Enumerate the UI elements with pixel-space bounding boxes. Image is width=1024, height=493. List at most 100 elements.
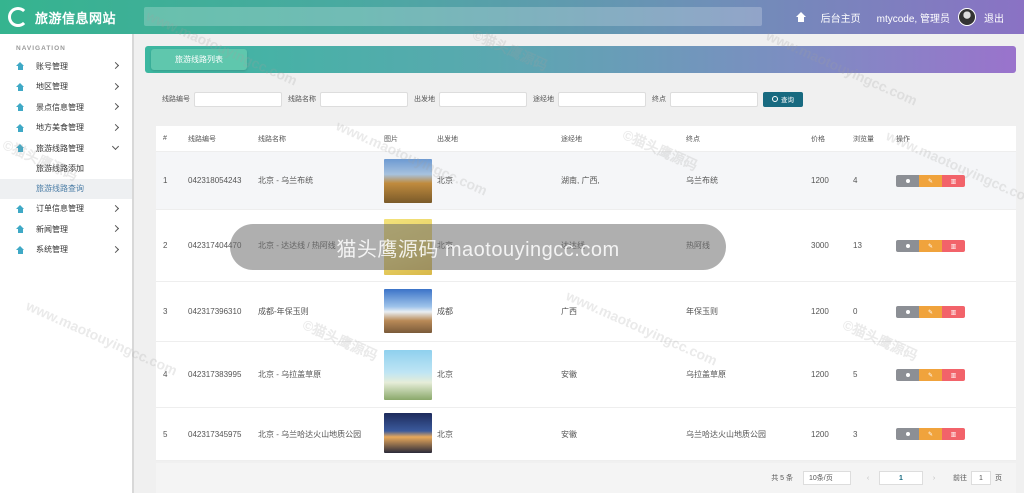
row-index: 1 xyxy=(163,176,168,185)
row-actions: ✎ ▥ xyxy=(896,175,965,187)
backend-home-link[interactable]: 后台主页 xyxy=(821,10,861,25)
destination-input[interactable] xyxy=(670,91,758,107)
chevron-right-icon xyxy=(111,123,120,131)
next-page-icon[interactable]: › xyxy=(927,471,941,485)
via-input[interactable] xyxy=(558,91,646,107)
delete-button[interactable]: ▥ xyxy=(942,175,965,187)
total-count: 共 5 条 xyxy=(771,475,793,482)
edit-button[interactable]: ✎ xyxy=(919,428,942,440)
route-code-input[interactable] xyxy=(194,91,282,107)
row-name: 北京 - 乌兰布统 xyxy=(258,176,314,185)
col-code: 线路编号 xyxy=(188,135,216,143)
page-unit: 页 xyxy=(995,475,1002,482)
route-code-label: 线路编号 xyxy=(162,96,190,103)
sidebar-item-account[interactable]: 账号管理 xyxy=(0,56,132,77)
row-index: 4 xyxy=(163,370,168,379)
delete-button[interactable]: ▥ xyxy=(942,428,965,440)
page-size-value: 10条/页 xyxy=(809,475,833,482)
edit-button[interactable]: ✎ xyxy=(919,175,942,187)
view-button[interactable] xyxy=(896,306,919,318)
delete-button[interactable]: ▥ xyxy=(942,240,965,252)
view-button[interactable] xyxy=(896,175,919,187)
route-image xyxy=(384,350,432,400)
col-price: 价格 xyxy=(811,135,825,143)
sidebar-item-routes[interactable]: 旅游线路管理 xyxy=(0,138,132,159)
header-search-bar[interactable] xyxy=(144,7,762,26)
route-image xyxy=(384,159,432,203)
sidebar-subitem-route-add[interactable]: 旅游线路添加 xyxy=(0,159,132,179)
row-actions: ✎ ▥ xyxy=(896,306,965,318)
eye-icon xyxy=(905,244,910,248)
delete-button[interactable]: ▥ xyxy=(942,369,965,381)
table-header: # 线路编号 线路名称 图片 出发地 途经地 终点 价格 浏览量 操作 xyxy=(156,126,1016,152)
row-to: 乌拉盖草原 xyxy=(686,370,726,379)
avatar[interactable] xyxy=(958,8,976,26)
sidebar-item-food[interactable]: 地方美食管理 xyxy=(0,118,132,139)
eye-icon xyxy=(905,310,910,314)
row-price: 1200 xyxy=(811,307,829,316)
search-form: 线路编号 线路名称 出发地 途经地 终点 查询 xyxy=(156,85,1016,113)
row-views: 0 xyxy=(853,307,858,316)
tab-bar: 旅游线路列表 xyxy=(145,46,1016,73)
pencil-icon: ✎ xyxy=(927,178,934,185)
route-name-input[interactable] xyxy=(320,91,408,107)
row-name: 成都-年保玉则 xyxy=(258,307,309,316)
sidebar-item-region[interactable]: 地区管理 xyxy=(0,77,132,98)
logo-icon xyxy=(8,7,28,27)
row-code: 042317345975 xyxy=(188,429,242,439)
logout-link[interactable]: 退出 xyxy=(984,10,1004,25)
pagination: 共 5 条 10条/页 ‹ 1 › 前往 1 页 xyxy=(156,463,1016,493)
col-index: # xyxy=(163,135,167,142)
home-icon[interactable] xyxy=(795,12,807,22)
sidebar-item-label: 景点信息管理 xyxy=(36,102,84,112)
col-from: 出发地 xyxy=(437,135,458,143)
site-logo[interactable]: 旅游信息网站 xyxy=(0,7,140,27)
row-name: 北京 - 乌拉盖草原 xyxy=(258,370,322,379)
route-image xyxy=(384,413,432,453)
goto-page-input[interactable]: 1 xyxy=(971,471,991,485)
chevron-right-icon xyxy=(111,82,120,90)
goto-label: 前往 xyxy=(953,475,967,482)
top-header: 旅游信息网站 后台主页 mtycode, 管理员 退出 xyxy=(0,0,1024,34)
row-to: 乌兰布统 xyxy=(686,176,718,185)
delete-button[interactable]: ▥ xyxy=(942,306,965,318)
home-icon xyxy=(16,204,25,213)
col-via: 途经地 xyxy=(561,135,582,143)
view-button[interactable] xyxy=(896,369,919,381)
sidebar: NAVIGATION 账号管理 地区管理 景点信息管理 地方美食管理 旅游线路管… xyxy=(0,34,134,493)
route-image xyxy=(384,289,432,333)
chevron-right-icon xyxy=(111,245,120,253)
row-index: 2 xyxy=(163,241,168,250)
col-views: 浏览量 xyxy=(853,135,874,143)
page-size-select[interactable]: 10条/页 xyxy=(803,471,851,485)
edit-button[interactable]: ✎ xyxy=(919,240,942,252)
view-button[interactable] xyxy=(896,240,919,252)
view-button[interactable] xyxy=(896,428,919,440)
table-row: 4 042317383995 北京 - 乌拉盖草原 北京 安徽 乌拉盖草原 12… xyxy=(156,342,1016,408)
home-icon xyxy=(16,225,25,234)
trash-icon: ▥ xyxy=(950,309,957,316)
row-from: 北京 xyxy=(437,370,453,379)
query-button[interactable]: 查询 xyxy=(763,91,803,107)
sidebar-subitem-route-query[interactable]: 旅游线路查询 xyxy=(0,178,132,199)
departure-input[interactable] xyxy=(439,91,527,107)
home-icon xyxy=(16,123,25,132)
via-label: 途经地 xyxy=(533,96,554,103)
pencil-icon: ✎ xyxy=(927,372,934,379)
table-row: 1 042318054243 北京 - 乌兰布统 北京 湖南, 广西, 乌兰布统… xyxy=(156,152,1016,210)
sidebar-item-orders[interactable]: 订单信息管理 xyxy=(0,199,132,220)
sidebar-item-system[interactable]: 系统管理 xyxy=(0,240,132,261)
search-icon xyxy=(772,96,778,102)
current-page[interactable]: 1 xyxy=(879,471,923,485)
sidebar-item-scenic[interactable]: 景点信息管理 xyxy=(0,97,132,118)
home-icon xyxy=(16,245,25,254)
prev-page-icon[interactable]: ‹ xyxy=(861,471,875,485)
row-index: 3 xyxy=(163,307,168,316)
edit-button[interactable]: ✎ xyxy=(919,369,942,381)
row-views: 4 xyxy=(853,176,858,185)
sidebar-item-news[interactable]: 新闻管理 xyxy=(0,219,132,240)
col-to: 终点 xyxy=(686,135,700,143)
tab-route-list[interactable]: 旅游线路列表 xyxy=(151,49,247,70)
destination-label: 终点 xyxy=(652,96,666,103)
edit-button[interactable]: ✎ xyxy=(919,306,942,318)
